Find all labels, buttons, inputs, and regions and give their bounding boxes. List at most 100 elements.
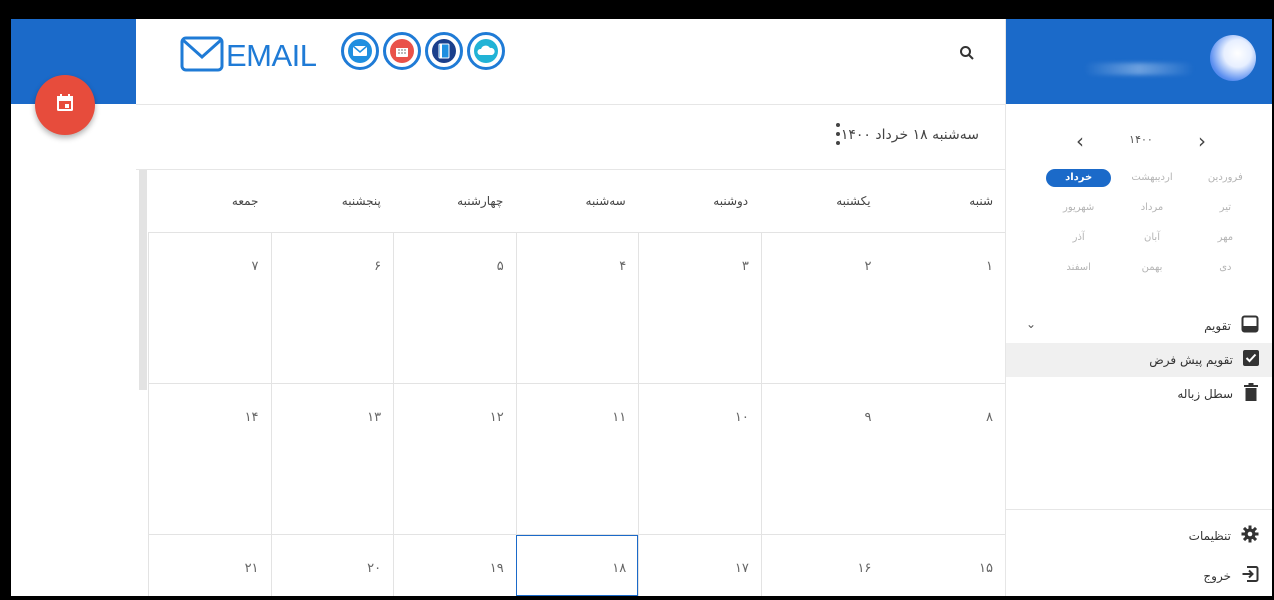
day-cell[interactable]: ۵ (393, 233, 516, 383)
avatar[interactable] (1210, 35, 1256, 81)
calendar-app-icon[interactable] (383, 32, 421, 70)
today-day-cell[interactable]: ۱۸ (515, 535, 639, 596)
divider (1006, 509, 1272, 510)
day-cell[interactable]: ۲ (760, 233, 884, 383)
month-item[interactable]: فروردین (1189, 169, 1262, 187)
right-sidebar: ‹ ۱۴۰۰ › فروردین اردیبهشت خرداد تیر مردا… (1005, 19, 1272, 596)
week-row: ۸ ۹ ۱۰ ۱۱ ۱۲ ۱۳ ۱۴ (147, 384, 1005, 535)
top-bar: EMAIL (136, 19, 1005, 105)
email-logo: EMAIL (180, 35, 317, 77)
sidebar-item-calendar[interactable]: تقویم ⌄ (1006, 309, 1272, 343)
sidebar-item-default-calendar[interactable]: تقویم پیش فرض (1006, 343, 1272, 377)
month-picker: فروردین اردیبهشت خرداد تیر مرداد شهریور … (1042, 169, 1262, 277)
day-cell[interactable]: ۱۹ (393, 535, 516, 596)
date-toolbar: سه‌شنبه ۱۸ خرداد ۱۴۰۰ (136, 105, 1005, 170)
chevron-left-icon[interactable]: ‹ (1070, 131, 1090, 151)
day-number: ۱۶ (857, 561, 872, 576)
weekday-header: شنبه (969, 194, 993, 208)
calendar-icon (54, 92, 76, 118)
trash-icon (1243, 383, 1259, 405)
month-item[interactable]: آبان (1115, 229, 1188, 247)
month-item-selected[interactable]: خرداد (1046, 169, 1112, 187)
envelope-icon (180, 35, 224, 77)
weekday-header: جمعه (231, 194, 259, 208)
day-cell[interactable]: ۱ (883, 233, 1005, 383)
month-item[interactable]: آذر (1042, 229, 1115, 247)
settings-label: تنظیمات (1188, 529, 1231, 543)
calendar-scrollbar[interactable] (139, 170, 147, 390)
day-cell[interactable]: ۱۶ (760, 535, 884, 596)
chevron-right-icon[interactable]: › (1192, 131, 1212, 151)
day-cell[interactable]: ۷ (147, 233, 271, 383)
current-date-label: سه‌شنبه ۱۸ خرداد ۱۴۰۰ (840, 127, 979, 143)
app-window: EMAIL (11, 19, 1272, 596)
weekday-header: سه‌شنبه (585, 194, 626, 208)
year-navigator: ‹ ۱۴۰۰ › (1006, 131, 1272, 155)
year-label: ۱۴۰۰ (1129, 133, 1153, 146)
main-panel: EMAIL (136, 19, 1005, 596)
sidebar-item-label: سطل زباله (1177, 387, 1233, 401)
day-cell[interactable]: ۱۰ (638, 384, 761, 534)
settings-button[interactable]: تنظیمات (1006, 516, 1272, 556)
day-cell[interactable]: ۶ (270, 233, 394, 383)
month-item[interactable]: دی (1189, 259, 1262, 277)
month-item[interactable]: مهر (1189, 229, 1262, 247)
day-cell[interactable]: ۱۷ (638, 535, 761, 596)
day-cell[interactable]: ۱۵ (883, 535, 1005, 596)
logout-label: خروج (1203, 569, 1231, 583)
day-cell[interactable]: ۱۴ (147, 384, 271, 534)
gear-icon (1241, 525, 1259, 547)
search-icon[interactable] (959, 45, 975, 65)
logo-text: EMAIL (226, 38, 317, 73)
day-number: ۹ (864, 410, 872, 425)
checkbox-icon[interactable] (1243, 350, 1259, 370)
day-cell[interactable]: ۱۲ (393, 384, 516, 534)
weekday-header: یکشنبه (836, 194, 871, 208)
day-number: ۱۷ (734, 561, 749, 576)
day-number: ۲۱ (244, 561, 259, 576)
month-item[interactable]: بهمن (1115, 259, 1188, 277)
day-number: ۸ (986, 410, 993, 425)
day-number: ۱ (986, 259, 993, 274)
logout-icon (1241, 565, 1259, 587)
day-number: ۱۱ (612, 410, 627, 425)
day-cell[interactable]: ۱۳ (270, 384, 394, 534)
day-number: ۲۰ (367, 561, 382, 576)
cloud-app-icon[interactable] (467, 32, 505, 70)
day-number: ۳ (741, 259, 749, 274)
day-number: ۱۲ (489, 410, 504, 425)
weekday-header: پنجشنبه (341, 194, 381, 208)
user-name-redacted (1084, 63, 1194, 75)
sidebar-bottom-menu: تنظیمات خروج (1006, 516, 1272, 596)
day-cell[interactable]: ۹ (760, 384, 884, 534)
day-cell[interactable]: ۲۱ (147, 535, 271, 596)
sidebar-item-label: تقویم پیش فرض (1149, 353, 1233, 367)
day-number: ۱۵ (979, 561, 993, 576)
week-row: ۱۵ ۱۶ ۱۷ ۱۸ ۱۹ ۲۰ ۲۱ (147, 535, 1005, 596)
sidebar-item-trash[interactable]: سطل زباله (1006, 377, 1272, 411)
sidebar-menu: تقویم ⌄ تقویم پیش فرض سطل زباله (1006, 309, 1272, 411)
mail-app-icon[interactable] (341, 32, 379, 70)
new-event-fab[interactable] (35, 75, 95, 135)
month-item[interactable]: تیر (1189, 199, 1262, 217)
day-number: ۱۳ (367, 410, 382, 425)
month-calendar-grid: شنبه یکشنبه دوشنبه سه‌شنبه چهارشنبه پنجش… (147, 170, 1005, 596)
day-cell[interactable]: ۲۰ (270, 535, 394, 596)
month-item[interactable]: اسفند (1042, 259, 1115, 277)
day-number: ۵ (496, 259, 504, 274)
day-cell[interactable]: ۳ (638, 233, 761, 383)
day-number: ۱۹ (489, 561, 504, 576)
contacts-app-icon[interactable] (425, 32, 463, 70)
month-item[interactable]: مرداد (1115, 199, 1188, 217)
logout-button[interactable]: خروج (1006, 556, 1272, 596)
day-cell[interactable]: ۴ (515, 233, 639, 383)
month-item[interactable]: شهریور (1042, 199, 1115, 217)
inbox-icon (1241, 315, 1259, 337)
day-number: ۷ (251, 259, 259, 274)
day-cell[interactable]: ۱۱ (515, 384, 639, 534)
day-cell[interactable]: ۸ (883, 384, 1005, 534)
week-row: ۱ ۲ ۳ ۴ ۵ ۶ ۷ (147, 233, 1005, 384)
month-item[interactable]: اردیبهشت (1115, 169, 1188, 187)
day-number: ۱۰ (734, 410, 749, 425)
chevron-down-icon[interactable]: ⌄ (1026, 317, 1036, 331)
